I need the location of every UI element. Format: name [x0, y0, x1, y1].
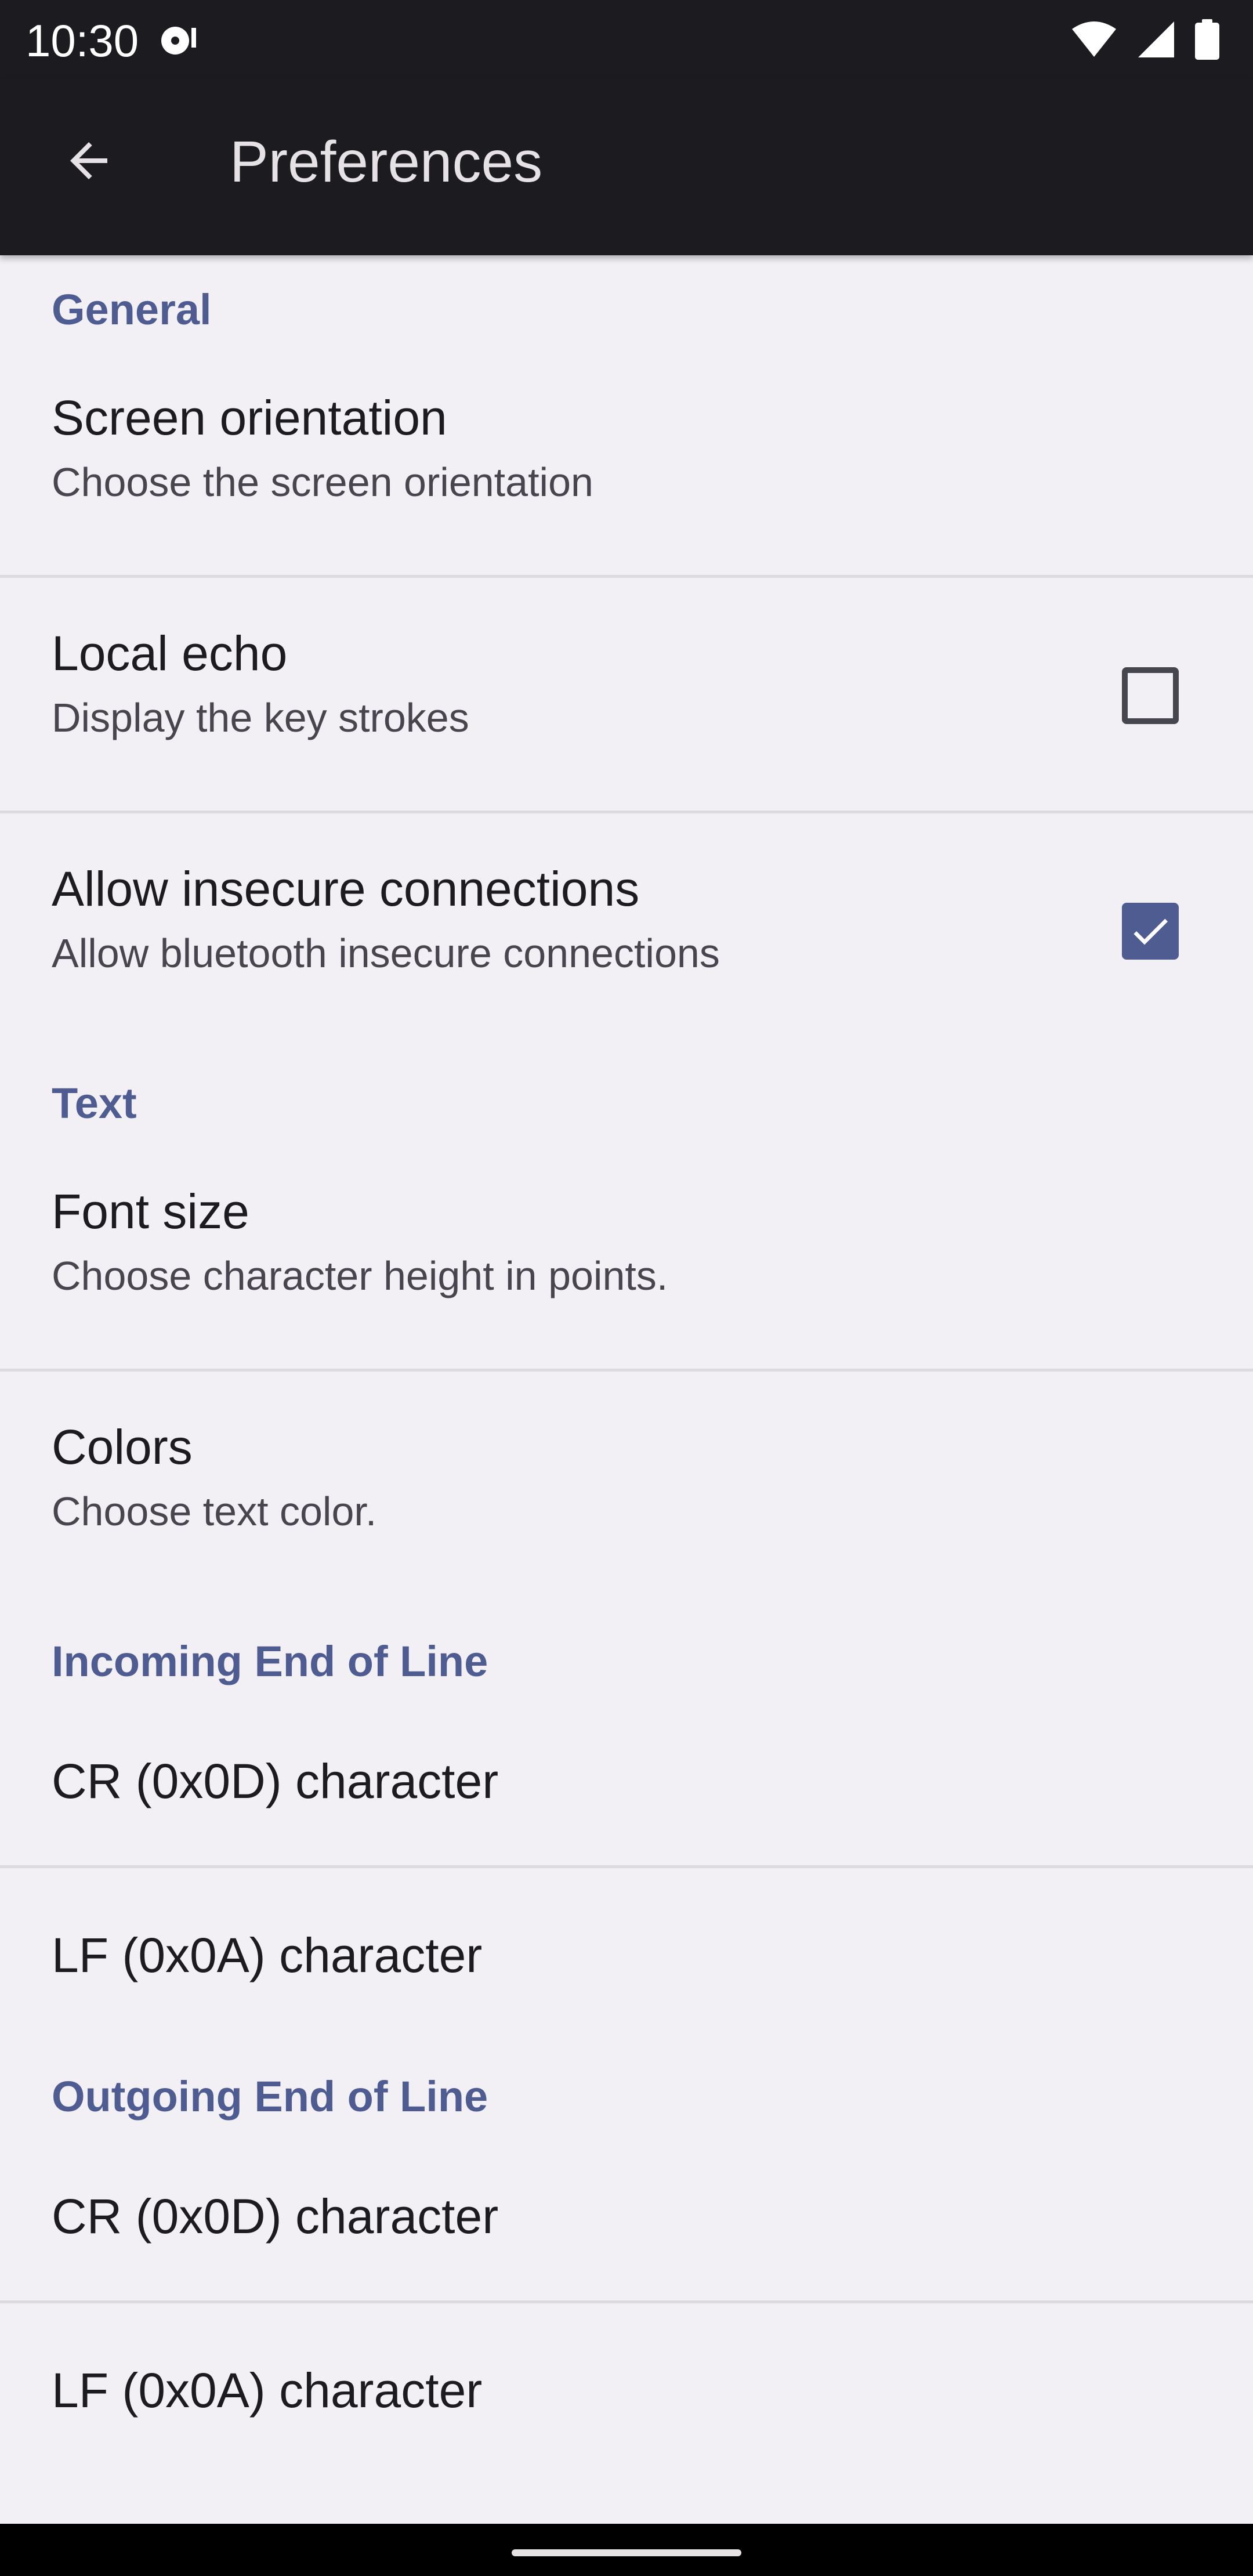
app-bar: Preferences — [0, 79, 1253, 255]
pref-title: Allow insecure connections — [52, 862, 640, 916]
status-icons — [1071, 17, 1219, 61]
gesture-handle[interactable] — [512, 2549, 741, 2556]
pref-colors[interactable]: Colors Choose text color. — [0, 1372, 1253, 1607]
category-title: General — [52, 285, 212, 334]
page-title: Preferences — [230, 129, 543, 194]
pref-title: CR (0x0D) character — [52, 2189, 499, 2244]
category-title: Outgoing End of Line — [52, 2072, 488, 2121]
pref-title: Colors — [52, 1420, 193, 1474]
checkmark-icon — [1134, 918, 1168, 945]
back-arrow-icon — [70, 142, 107, 179]
pref-title: Font size — [52, 1184, 249, 1239]
category-title: Text — [52, 1079, 137, 1127]
status-time: 10:30 — [26, 15, 139, 66]
preferences-list: General Screen orientation Choose the sc… — [0, 255, 1253, 2477]
pref-font-size[interactable]: Font size Choose character height in poi… — [0, 1136, 1253, 1372]
media-disc-icon — [161, 27, 196, 55]
pref-outgoing-lf[interactable]: LF (0x0A) character — [0, 2303, 1253, 2477]
pref-summary: Display the key strokes — [52, 695, 469, 740]
pref-title: LF (0x0A) character — [52, 1928, 483, 1982]
pref-incoming-lf[interactable]: LF (0x0A) character — [0, 1868, 1253, 2042]
category-outgoing-eol: Outgoing End of Line — [0, 2042, 1253, 2129]
pref-incoming-cr[interactable]: CR (0x0D) character — [0, 1694, 1253, 1868]
back-button[interactable] — [45, 117, 132, 204]
cellular-signal-icon — [1138, 21, 1174, 57]
pref-title: Screen orientation — [52, 390, 447, 445]
pref-local-echo[interactable]: Local echo Display the key strokes — [0, 578, 1253, 813]
pref-title: LF (0x0A) character — [52, 2363, 483, 2418]
category-title: Incoming End of Line — [52, 1637, 488, 1685]
allow-insecure-checkbox[interactable] — [1122, 903, 1179, 960]
pref-summary: Choose the screen orientation — [52, 460, 593, 505]
battery-icon — [1195, 19, 1219, 60]
pref-summary: Choose character height in points. — [52, 1253, 668, 1298]
pref-summary: Choose text color. — [52, 1489, 377, 1534]
pref-title: Local echo — [52, 626, 288, 681]
pref-allow-insecure-connections[interactable]: Allow insecure connections Allow bluetoo… — [0, 813, 1253, 1049]
category-incoming-eol: Incoming End of Line — [0, 1607, 1253, 1694]
pref-screen-orientation[interactable]: Screen orientation Choose the screen ori… — [0, 342, 1253, 578]
local-echo-checkbox[interactable] — [1122, 667, 1179, 724]
pref-summary: Allow bluetooth insecure connections — [52, 931, 720, 976]
status-bar: 10:30 — [0, 0, 1253, 79]
wifi-icon — [1072, 21, 1116, 57]
pref-title: CR (0x0D) character — [52, 1754, 499, 1808]
navigation-bar — [0, 2524, 1253, 2576]
category-general: General — [0, 255, 1253, 342]
category-text: Text — [0, 1049, 1253, 1136]
pref-outgoing-cr[interactable]: CR (0x0D) character — [0, 2129, 1253, 2303]
